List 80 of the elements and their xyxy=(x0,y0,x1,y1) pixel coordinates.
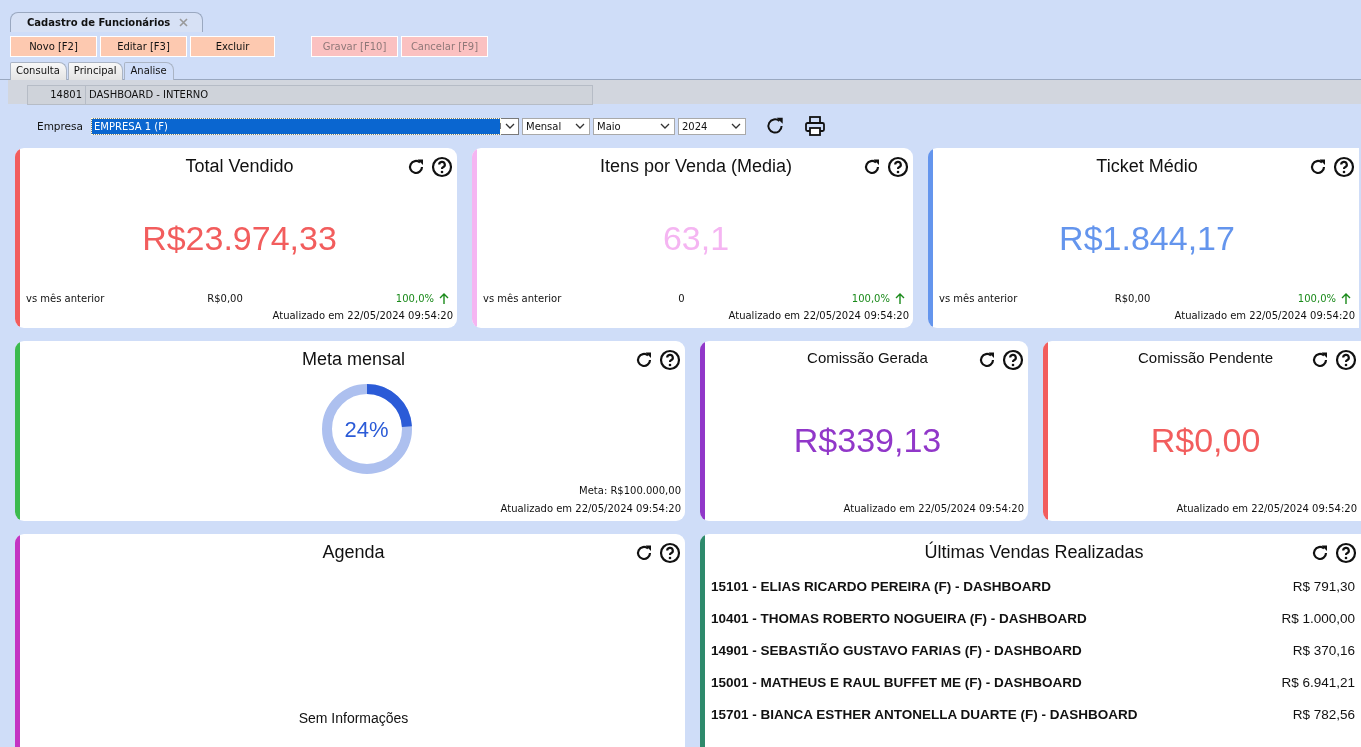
change-percent: 100,0% xyxy=(1297,293,1336,304)
refresh-icon[interactable] xyxy=(977,350,997,370)
refresh-icon[interactable] xyxy=(634,543,654,563)
change-percent: 100,0% xyxy=(851,293,890,304)
goal-amount: Meta: R$100.000,00 xyxy=(578,485,681,496)
card-value: R$339,13 xyxy=(792,419,943,461)
sale-amount: R$ 782,56 xyxy=(1292,706,1356,722)
sale-description: 15701 - BIANCA ESTHER ANTONELLA DUARTE (F) - DASHBOARD xyxy=(711,706,1138,722)
printer-icon[interactable] xyxy=(804,115,826,137)
help-icon[interactable] xyxy=(1335,542,1357,564)
arrow-up-icon xyxy=(1341,293,1351,304)
help-icon[interactable] xyxy=(887,156,909,178)
sale-amount: R$ 1.000,00 xyxy=(1281,610,1356,626)
month-dropdown[interactable]: Maio xyxy=(593,117,675,135)
card-title: Itens por Venda (Media) xyxy=(599,156,793,176)
chevron-down-icon xyxy=(504,123,515,129)
help-icon[interactable] xyxy=(659,542,681,564)
refresh-icon[interactable] xyxy=(764,115,786,137)
card-title: Ticket Médio xyxy=(1096,156,1198,176)
updated-timestamp: Atualizado em 22/05/2024 09:54:20 xyxy=(1175,503,1357,514)
sale-amount: R$ 6.941,21 xyxy=(1281,674,1356,690)
chevron-down-icon xyxy=(731,123,741,129)
comparison-label: vs mês anterior xyxy=(939,293,1018,304)
card-title: Comissão Gerada xyxy=(807,349,928,366)
toolbar-button[interactable]: Excluir xyxy=(190,36,275,57)
card-title: Últimas Vendas Realizadas xyxy=(924,542,1144,562)
sale-description: 15101 - ELIAS RICARDO PEREIRA (F) - DASHBOARD xyxy=(711,578,1052,594)
refresh-icon[interactable] xyxy=(1310,543,1330,563)
empty-message: Sem Informações xyxy=(297,710,410,726)
period-dropdown[interactable]: Mensal xyxy=(522,117,590,135)
tab[interactable]: Analise xyxy=(124,62,174,80)
card-value: 63,1 xyxy=(661,218,731,259)
card-title: Agenda xyxy=(322,542,385,562)
sale-amount: R$ 370,16 xyxy=(1292,642,1356,658)
record-code: 14801 xyxy=(28,86,86,104)
sale-description: 15001 - MATHEUS E RAUL BUFFET ME (F) - DASHBOARD xyxy=(711,674,1082,690)
card-value: R$23.974,33 xyxy=(141,218,338,259)
updated-timestamp: Atualizado em 22/05/2024 09:54:20 xyxy=(271,310,453,321)
sale-amount: R$ 791,30 xyxy=(1292,578,1356,594)
updated-timestamp: Atualizado em 22/05/2024 09:54:20 xyxy=(499,503,681,514)
updated-timestamp: Atualizado em 22/05/2024 09:54:20 xyxy=(1173,310,1355,321)
document-tab[interactable]: Cadastro de Funcionários xyxy=(10,12,204,32)
card-title: Comissão Pendente xyxy=(1137,349,1274,366)
comparison-label: vs mês anterior xyxy=(483,293,562,304)
previous-value: R$0,00 xyxy=(207,293,243,304)
help-icon[interactable] xyxy=(659,349,681,371)
sale-description: 14901 - SEBASTIÃO GUSTAVO FARIAS (F) - DASHBOARD xyxy=(711,642,1082,658)
chevron-down-icon xyxy=(575,123,585,129)
updated-timestamp: Atualizado em 22/05/2024 09:54:20 xyxy=(842,503,1024,514)
arrow-up-icon xyxy=(895,293,905,304)
tab[interactable]: Principal xyxy=(67,62,124,80)
help-icon[interactable] xyxy=(1335,349,1357,371)
previous-value: R$0,00 xyxy=(1114,293,1151,304)
empresa-dropdown[interactable]: EMPRESA 1 (F) xyxy=(91,117,519,135)
refresh-icon[interactable] xyxy=(862,157,882,177)
year-dropdown[interactable]: 2024 xyxy=(678,117,746,135)
help-icon[interactable] xyxy=(1002,349,1024,371)
toolbar-button[interactable]: Novo [F2] xyxy=(10,36,97,57)
refresh-icon[interactable] xyxy=(1308,157,1328,177)
comparison-label: vs mês anterior xyxy=(26,293,105,304)
sale-description: 10401 - THOMAS ROBERTO NOGUEIRA (F) - DASHBOARD xyxy=(711,610,1087,626)
toolbar-button[interactable]: Editar [F3] xyxy=(100,36,187,57)
card-title: Meta mensal xyxy=(301,349,405,369)
card-value: R$1.844,17 xyxy=(1058,218,1236,259)
help-icon[interactable] xyxy=(1333,156,1355,178)
record-name: DASHBOARD - INTERNO xyxy=(88,88,209,102)
refresh-icon[interactable] xyxy=(1310,350,1330,370)
previous-value: 0 xyxy=(678,293,685,304)
help-icon[interactable] xyxy=(431,156,453,178)
updated-timestamp: Atualizado em 22/05/2024 09:54:20 xyxy=(727,310,909,321)
chevron-down-icon xyxy=(660,123,670,129)
change-percent: 100,0% xyxy=(395,293,434,304)
refresh-icon[interactable] xyxy=(406,157,426,177)
refresh-icon[interactable] xyxy=(634,350,654,370)
arrow-up-icon xyxy=(439,293,449,304)
card-value: R$0,00 xyxy=(1149,419,1262,461)
tab[interactable]: Consulta xyxy=(10,62,67,80)
card-title: Total Vendido xyxy=(185,156,294,176)
empresa-label: Empresa xyxy=(37,120,84,132)
progress-percent: 24% xyxy=(343,417,390,443)
